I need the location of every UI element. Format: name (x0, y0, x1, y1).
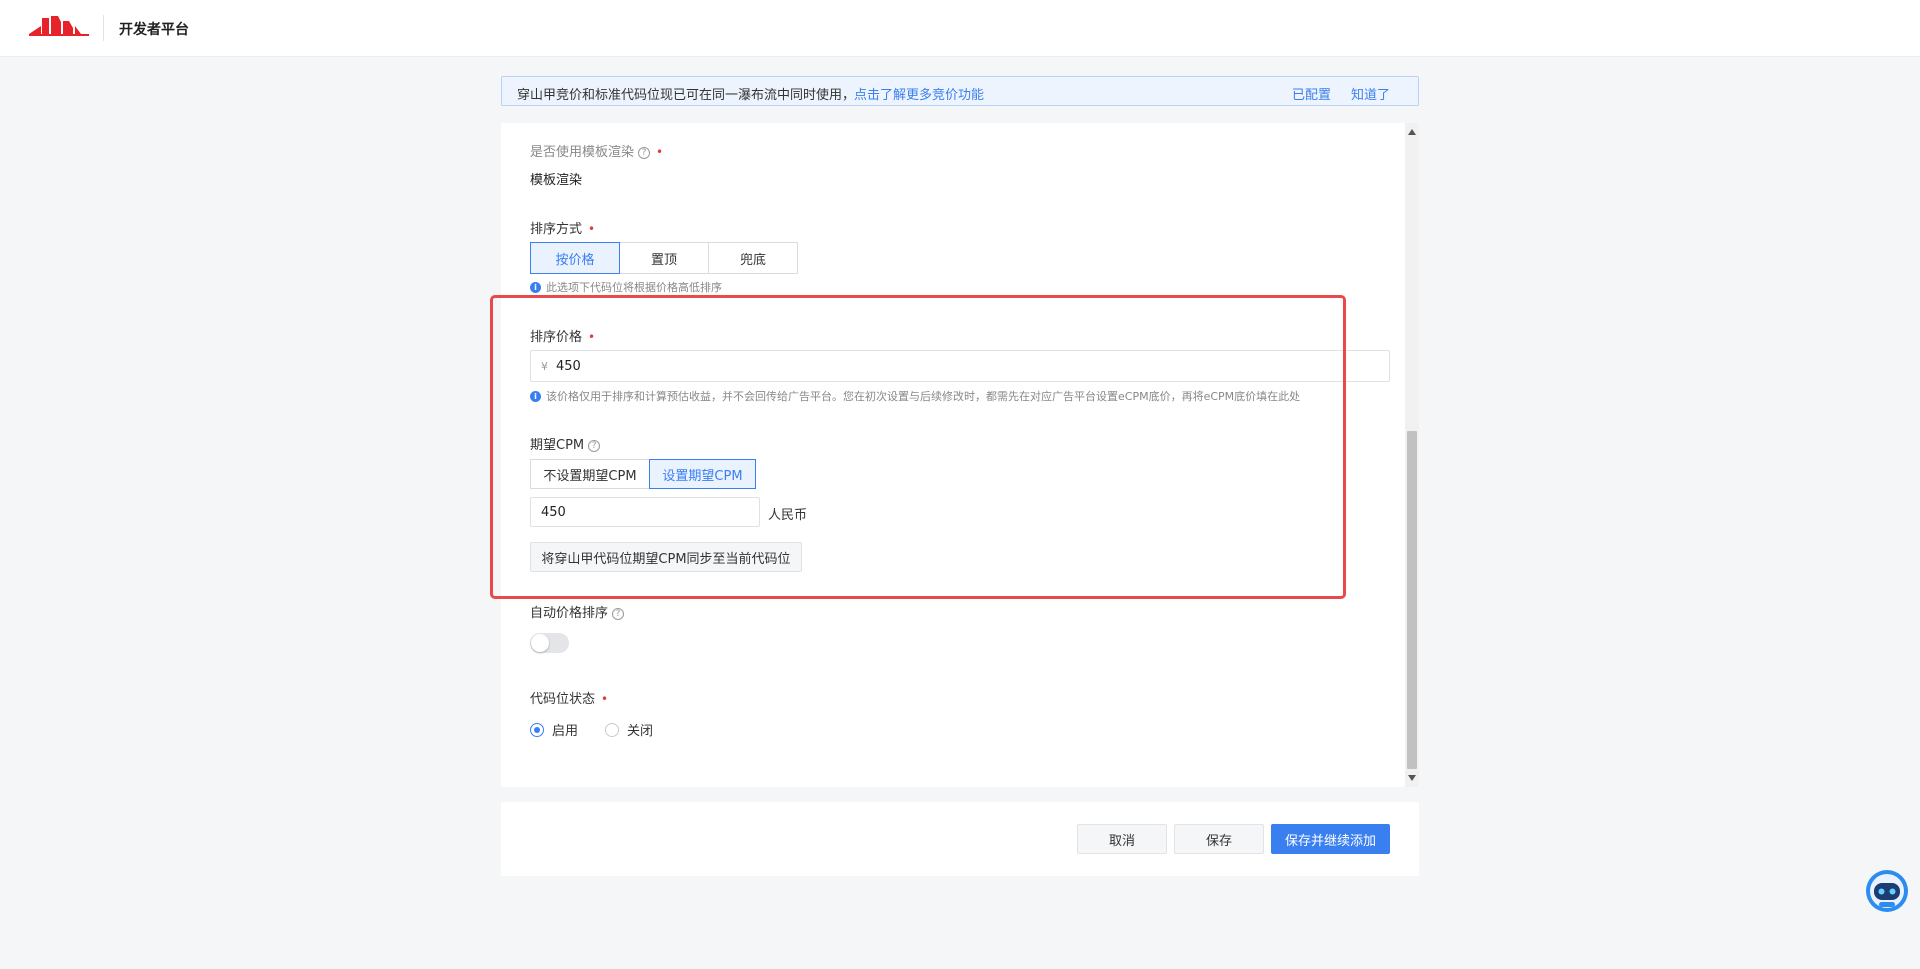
got-it-link[interactable]: 知道了 (1351, 84, 1390, 103)
template-render-label: 是否使用模板渲染? • (530, 145, 664, 160)
help-icon[interactable]: ? (588, 440, 601, 452)
brand-logo-icon[interactable] (29, 14, 89, 38)
help-icon[interactable]: ? (638, 147, 651, 159)
cpm-unit: 人民币 (768, 508, 808, 523)
platform-title: 开发者平台 (119, 22, 189, 38)
status-disabled-radio[interactable]: 关闭 (605, 720, 653, 739)
code-slot-status-label: 代码位状态 • (530, 692, 609, 707)
save-and-continue-button[interactable]: 保存并继续添加 (1271, 824, 1390, 854)
info-icon: i (530, 390, 541, 402)
sort-price-input[interactable]: ¥ 450 (530, 350, 1390, 382)
sort-method-selector: 按价格 置顶 兜底 (530, 242, 798, 274)
robot-assistant-icon[interactable] (1865, 869, 1909, 913)
expected-cpm-selector: 不设置期望CPM 设置期望CPM (530, 459, 756, 489)
scroll-thumb[interactable] (1407, 431, 1417, 769)
save-button[interactable]: 保存 (1174, 824, 1264, 854)
top-header: 开发者平台 (0, 0, 1920, 57)
code-slot-form-panel[interactable]: 是否使用模板渲染? • 模板渲染 排序方式 • 按价格 置顶 兜底 i 此选项下代码位… (501, 123, 1419, 787)
cancel-button[interactable]: 取消 (1077, 824, 1167, 854)
required-mark: • (601, 692, 609, 706)
help-icon[interactable]: ? (612, 608, 625, 620)
status-enabled-radio[interactable]: 启用 (530, 720, 578, 739)
sort-by-price-option[interactable]: 按价格 (530, 242, 620, 274)
expected-cpm-value: 450 (541, 504, 566, 520)
toggle-knob (531, 634, 549, 652)
learn-more-bidding-link[interactable]: 点击了解更多竞价功能 (854, 84, 984, 103)
scroll-down-arrow-icon[interactable] (1408, 775, 1416, 781)
radio-checked-icon (530, 722, 544, 737)
required-mark: • (588, 222, 596, 236)
sort-pin-top-option[interactable]: 置顶 (619, 242, 709, 274)
configured-link[interactable]: 已配置 (1292, 84, 1331, 103)
template-render-value: 模板渲染 (530, 173, 583, 188)
no-expected-cpm-option[interactable]: 不设置期望CPM (530, 459, 650, 489)
form-scrollbar[interactable] (1405, 123, 1419, 787)
radio-unchecked-icon (605, 722, 619, 737)
sort-price-hint: i 该价格仅用于排序和计算预估收益，并不会回传给广告平台。您在初次设置与后续修改时… (530, 388, 1300, 404)
set-expected-cpm-option[interactable]: 设置期望CPM (649, 459, 756, 489)
auto-price-sort-toggle[interactable] (530, 633, 569, 653)
scroll-up-arrow-icon[interactable] (1408, 129, 1416, 135)
form-action-bar: 取消 保存 保存并继续添加 (501, 802, 1419, 876)
sort-method-hint: i 此选项下代码位将根据价格高低排序 (530, 279, 722, 295)
sort-price-value: 450 (556, 358, 581, 374)
sort-fallback-option[interactable]: 兜底 (708, 242, 798, 274)
sort-method-label: 排序方式 • (530, 222, 596, 237)
required-mark: • (588, 330, 596, 344)
required-mark: • (656, 145, 664, 159)
notice-text: 穿山甲竞价和标准代码位现已可在同一瀑布流中同时使用， (517, 88, 856, 103)
header-divider (103, 15, 104, 41)
currency-prefix: ¥ (541, 359, 548, 373)
bidding-notice-bar: 穿山甲竞价和标准代码位现已可在同一瀑布流中同时使用， 点击了解更多竞价功能 已配… (501, 76, 1419, 106)
sort-price-label: 排序价格 • (530, 330, 596, 345)
expected-cpm-input[interactable]: 450 (530, 497, 760, 527)
info-icon: i (530, 281, 541, 293)
auto-price-sort-label: 自动价格排序? (530, 602, 625, 621)
expected-cpm-label: 期望CPM? (530, 434, 601, 453)
sync-expected-cpm-button[interactable]: 将穿山甲代码位期望CPM同步至当前代码位 (530, 542, 802, 572)
